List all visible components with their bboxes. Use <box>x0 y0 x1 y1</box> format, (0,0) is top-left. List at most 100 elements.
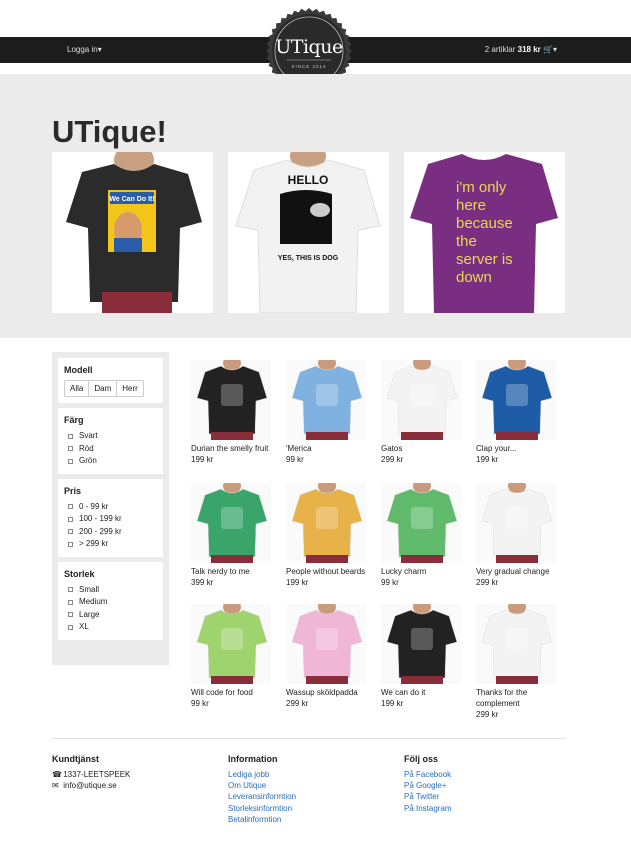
checkbox[interactable] <box>68 433 73 439</box>
product-card[interactable]: Gatos 299 kr <box>381 360 461 465</box>
product-name[interactable]: Gatos <box>381 443 461 454</box>
option-label: Medium <box>79 597 108 606</box>
product-image[interactable] <box>286 604 366 684</box>
checkbox[interactable] <box>68 541 73 547</box>
option-label: Röd <box>79 443 94 453</box>
product-name[interactable]: Talk nerdy to me <box>191 566 271 577</box>
footer-support-title: Kundtjänst <box>52 754 99 764</box>
checkbox[interactable] <box>68 529 73 535</box>
footer-link-jobs[interactable]: Lediga jobb <box>228 769 296 780</box>
product-image[interactable] <box>476 360 556 440</box>
hero-image-1[interactable]: We Can Do It! <box>52 152 213 313</box>
product-image[interactable] <box>286 360 366 440</box>
product-image[interactable] <box>191 604 271 684</box>
model-women-button[interactable]: Dam <box>88 380 118 397</box>
product-name[interactable]: People without beards <box>286 566 366 577</box>
product-image[interactable] <box>476 604 556 684</box>
svg-text:YES, THIS IS DOG: YES, THIS IS DOG <box>278 255 339 262</box>
product-card[interactable]: Very gradual change 299 kr <box>476 483 556 588</box>
product-name[interactable]: Wassup sköldpadda <box>286 687 366 698</box>
option-label: Large <box>79 609 100 619</box>
filter-option[interactable]: Large <box>68 609 157 622</box>
tshirt-thumbnail <box>191 360 271 440</box>
filter-option[interactable]: 0 - 99 kr <box>68 501 157 514</box>
product-image[interactable] <box>381 360 461 440</box>
filter-option[interactable]: Grön <box>68 455 157 468</box>
product-price: 199 kr <box>191 455 214 464</box>
filter-model: Modell Alla Dam Herr <box>58 358 163 403</box>
footer-link-twitter[interactable]: På Twitter <box>404 791 452 802</box>
product-name[interactable]: We can do it <box>381 687 461 698</box>
filter-price: Pris 0 - 99 kr 100 - 199 kr 200 - 299 kr… <box>58 478 163 557</box>
product-card[interactable]: Thanks for the complement 299 kr <box>476 604 556 720</box>
product-card[interactable]: Wassup sköldpadda 299 kr <box>286 604 366 709</box>
checkbox[interactable] <box>68 587 73 593</box>
filter-option[interactable]: XL <box>68 621 157 634</box>
phone-text: 1337-LEETSPEEK <box>63 770 131 779</box>
footer-link-about[interactable]: Om Utique <box>228 780 296 791</box>
model-men-button[interactable]: Herr <box>116 380 144 397</box>
cart-icon: 🛒 <box>543 45 553 54</box>
product-card[interactable]: Lucky charm 99 kr <box>381 483 461 588</box>
product-image[interactable] <box>191 360 271 440</box>
svg-text:here: here <box>456 197 486 214</box>
product-name[interactable]: Very gradual change <box>476 566 556 577</box>
checkbox[interactable] <box>68 446 73 452</box>
product-image[interactable] <box>476 483 556 563</box>
footer-link-instagram[interactable]: På Instagram <box>404 803 452 814</box>
footer-link-delivery[interactable]: Leveransinformtion <box>228 791 296 802</box>
filter-option[interactable]: 200 - 299 kr <box>68 526 157 539</box>
product-card[interactable]: People without beards 199 kr <box>286 483 366 588</box>
filter-option[interactable]: Svart <box>68 430 157 443</box>
caret-down-icon: ▾ <box>97 45 102 54</box>
hero-image-2[interactable]: HELLO YES, THIS IS DOG <box>228 152 389 313</box>
checkbox[interactable] <box>68 599 73 605</box>
product-price: 199 kr <box>476 455 499 464</box>
checkbox[interactable] <box>68 516 73 522</box>
login-dropdown[interactable]: Logga in▾ <box>67 45 102 54</box>
checkbox[interactable] <box>68 504 73 510</box>
product-name[interactable]: Clap your... <box>476 443 556 454</box>
filter-option[interactable]: Small <box>68 584 157 597</box>
footer-link-googleplus[interactable]: På Google+ <box>404 780 452 791</box>
product-name[interactable]: Will code for food <box>191 687 271 698</box>
product-card[interactable]: Will code for food 99 kr <box>191 604 271 709</box>
product-image[interactable] <box>381 604 461 684</box>
product-name[interactable]: Thanks for the complement <box>476 687 556 709</box>
filter-sidebar: Modell Alla Dam Herr Färg Svart Röd Grön… <box>52 352 169 665</box>
product-card[interactable]: Talk nerdy to me 399 kr <box>191 483 271 588</box>
product-price: 299 kr <box>381 455 404 464</box>
product-card[interactable]: 'Merica 99 kr <box>286 360 366 465</box>
product-image[interactable] <box>286 483 366 563</box>
hero-image-3[interactable]: i'm only here because the server is down <box>404 152 565 313</box>
footer-support: Kundtjänst ☎ 1337-LEETSPEEK ✉ info@utiqu… <box>52 754 130 791</box>
footer-link-payment[interactable]: Betalinformtion <box>228 814 296 825</box>
product-card[interactable]: Durian the smelly fruit 199 kr <box>191 360 271 465</box>
envelope-icon: ✉ <box>52 781 59 791</box>
svg-text:because: because <box>456 215 513 232</box>
model-all-button[interactable]: Alla <box>64 380 90 397</box>
footer-link-sizes[interactable]: Storleksinformtion <box>228 803 296 814</box>
filter-option[interactable]: 100 - 199 kr <box>68 513 157 526</box>
product-price: 99 kr <box>191 699 209 708</box>
product-name[interactable]: 'Merica <box>286 443 366 454</box>
svg-text:server is: server is <box>456 251 513 268</box>
tshirt-thumbnail <box>381 483 461 563</box>
product-card[interactable]: Clap your... 199 kr <box>476 360 556 465</box>
footer-info-title: Information <box>228 754 278 764</box>
filter-option[interactable]: > 299 kr <box>68 538 157 551</box>
phone-icon: ☎ <box>52 770 62 779</box>
product-name[interactable]: Durian the smelly fruit <box>191 443 271 454</box>
product-price: 99 kr <box>381 578 399 587</box>
checkbox[interactable] <box>68 458 73 464</box>
checkbox[interactable] <box>68 624 73 630</box>
checkbox[interactable] <box>68 612 73 618</box>
product-image[interactable] <box>381 483 461 563</box>
product-name[interactable]: Lucky charm <box>381 566 461 577</box>
filter-option[interactable]: Medium <box>68 596 157 609</box>
footer-link-facebook[interactable]: På Facebook <box>404 769 452 780</box>
product-card[interactable]: We can do it 199 kr <box>381 604 461 709</box>
filter-option[interactable]: Röd <box>68 443 157 456</box>
product-image[interactable] <box>191 483 271 563</box>
cart-dropdown[interactable]: 2 artiklar 318 kr 🛒▾ <box>485 45 557 54</box>
